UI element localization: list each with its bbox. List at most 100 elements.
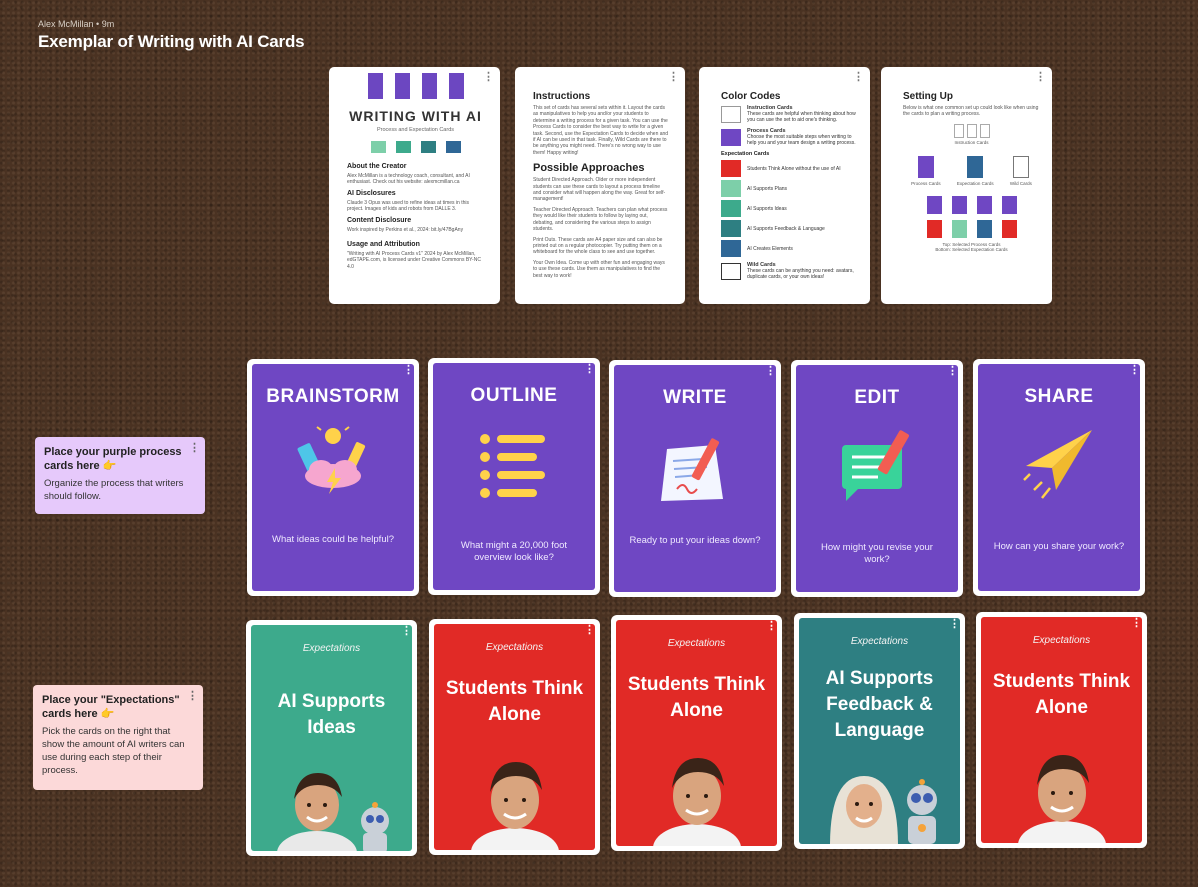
expectation-card-think-alone[interactable]: Expectations Students Think Alone ⋮ [429, 619, 600, 855]
process-card-edit[interactable]: EDIT How might you revise your work? ⋮ [791, 360, 963, 597]
process-title: OUTLINE [470, 385, 558, 406]
pencil-paper-icon [661, 438, 723, 501]
content-heading: Content Disclosure [347, 216, 412, 224]
cover-subtitle: Process and Expectation Cards [376, 127, 455, 133]
process-question: What might a 20,000 foot overview look l… [460, 540, 568, 563]
exp-item: AI Creates Elements [747, 245, 793, 252]
expectation-tag: Expectations [302, 643, 361, 654]
approach-4: Your Own Idea. Come up with other fun an… [533, 259, 665, 279]
card-menu-icon[interactable]: ⋮ [668, 72, 679, 83]
sticky-menu-icon[interactable]: ⋮ [187, 691, 198, 702]
process-card-brainstorm[interactable]: BRAINSTORM What ideas could be helpful? … [247, 359, 419, 596]
exp-row: AI Supports Feedback & Language [721, 220, 860, 237]
card-menu-icon[interactable]: ⋮ [766, 621, 777, 632]
card-menu-icon[interactable]: ⋮ [949, 619, 960, 630]
process-card-share[interactable]: SHARE How can you share your work? ⋮ [973, 359, 1145, 596]
card-menu-icon[interactable]: ⋮ [853, 72, 864, 83]
expectation-card-ai-feedback[interactable]: Expectations AI Supports Feedback & Lang… [794, 613, 965, 849]
red-swatch [721, 160, 741, 177]
sticky-menu-icon[interactable]: ⋮ [189, 443, 200, 454]
expectation-tag: Expectations [850, 636, 909, 647]
expectation-card-think-alone[interactable]: Expectations Students Think Alone ⋮ [611, 615, 782, 851]
process-cards-caption: Process Cards [911, 181, 941, 187]
process-card-outline[interactable]: OUTLINE What might a 20,000 foot overvie… [428, 358, 600, 595]
expectation-cards-label: Expectation Cards [721, 151, 770, 157]
student-illustration [470, 762, 559, 850]
expectation-tag: Expectations [485, 642, 544, 653]
disclosure-heading: AI Disclosures [347, 189, 396, 197]
exp-row: AI Supports Plans [721, 180, 860, 197]
purple-bars-graphic [347, 73, 484, 99]
process-title: EDIT [854, 387, 900, 408]
process-title: SHARE [1024, 386, 1094, 407]
process-sticky-note[interactable]: ⋮ Place your purple process cards here 👉… [35, 437, 205, 514]
about-text: Alex McMillan is a technology coach, con… [347, 173, 470, 186]
exp-row: Students Think Alone without the use of … [721, 160, 860, 177]
board-title: Exemplar of Writing with AI Cards [38, 32, 305, 51]
student-and-robot-illustration [276, 773, 389, 851]
green-swatch [721, 200, 741, 217]
selected-process-row [903, 196, 1040, 215]
card-menu-icon[interactable]: ⋮ [765, 366, 776, 377]
process-cards-desc: Choose the most suitable steps when writ… [747, 134, 856, 146]
card-menu-icon[interactable]: ⋮ [947, 366, 958, 377]
document-icon [721, 105, 741, 123]
cover-title: WRITING WITH AI [349, 108, 482, 124]
card-menu-icon[interactable]: ⋮ [483, 72, 494, 83]
card-menu-icon[interactable]: ⋮ [584, 364, 595, 375]
wild-card-swatch [721, 262, 741, 280]
approach-2: Teacher Directed Approach. Teachers can … [533, 206, 668, 233]
usage-heading: Usage and Attribution [347, 241, 420, 249]
about-heading: About the Creator [347, 163, 407, 170]
setting-up-card[interactable]: ⋮ Setting Up Below is what one common se… [881, 67, 1052, 304]
expectation-title: Students Think Alone [445, 678, 584, 725]
card-menu-icon[interactable]: ⋮ [1129, 365, 1140, 376]
card-menu-icon[interactable]: ⋮ [401, 626, 412, 637]
purple-swatch [721, 128, 741, 146]
expectation-card-think-alone[interactable]: Expectations Students Think Alone ⋮ [976, 612, 1147, 848]
expectation-tag: Expectations [1032, 635, 1091, 646]
approach-3: Print Outs. These cards are A4 paper siz… [533, 236, 663, 256]
color-codes-card[interactable]: ⋮ Color Codes Instruction Cards These car… [699, 67, 870, 304]
color-codes-heading: Color Codes [721, 91, 781, 102]
paper-plane-icon [1023, 430, 1092, 499]
card-menu-icon[interactable]: ⋮ [403, 365, 414, 376]
disclosure-text: Claude 3 Opus was used to refine ideas a… [347, 199, 470, 213]
card-menu-icon[interactable]: ⋮ [1131, 618, 1142, 629]
post-age: 9m [101, 19, 115, 29]
sticky-title: Place your "Expectations" cards here 👉 [42, 694, 180, 720]
exp-row: AI Supports Ideas [721, 200, 860, 217]
color-squares-graphic [347, 141, 484, 153]
caption-bottom: Bottom: Selected Expectation Cards [935, 247, 1008, 253]
blue-swatch [721, 240, 741, 257]
instructions-card[interactable]: ⋮ Instructions This set of cards has sev… [515, 67, 685, 304]
list-icon [480, 434, 545, 498]
card-menu-icon[interactable]: ⋮ [1035, 72, 1046, 83]
expectation-cards-caption: Expectation Cards [956, 181, 994, 187]
approach-1: Student Directed Approach. Older or more… [533, 177, 666, 203]
instructions-text: This set of cards has several sets withi… [533, 105, 669, 156]
process-question: How might you revise your work? [821, 542, 933, 565]
exp-item: AI Supports Plans [747, 185, 788, 192]
student-and-robot-illustration [829, 776, 937, 844]
process-card-write[interactable]: WRITE Ready to put your ideas down? ⋮ [609, 360, 781, 597]
expectation-card-ai-ideas[interactable]: Expectations AI Supports Ideas ⋮ [246, 620, 417, 856]
expectations-sticky-note[interactable]: ⋮ Place your "Expectations" cards here 👉… [33, 685, 203, 790]
exp-row: AI Creates Elements [721, 240, 860, 257]
board-meta: Alex McMillan • 9m [38, 19, 114, 29]
instruction-cards-row: Instruction Cards These cards are helpful… [721, 105, 860, 123]
card-stacks-graphic: Process Cards Expectation Cards Wild Car… [903, 156, 1040, 186]
cover-card[interactable]: ⋮ WRITING WITH AI Process and Expectatio… [329, 67, 500, 304]
wild-cards-row: Wild Cards These cards can be anything yo… [721, 262, 860, 280]
exp-item: AI Supports Feedback & Language [747, 225, 825, 232]
brainstorm-icon [297, 426, 366, 494]
expectation-title: Students Think Alone [627, 674, 766, 721]
student-illustration [1017, 755, 1106, 843]
expectation-title: AI Supports Feedback & Language [825, 668, 934, 741]
wild-cards-caption: Wild Cards [1009, 181, 1032, 187]
expectation-title: Students Think Alone [992, 671, 1131, 718]
card-menu-icon[interactable]: ⋮ [584, 625, 595, 636]
light-green-swatch [721, 180, 741, 197]
exp-item: Students Think Alone without the use of … [747, 165, 841, 172]
sticky-title: Place your purple process cards here 👉 [44, 446, 182, 472]
